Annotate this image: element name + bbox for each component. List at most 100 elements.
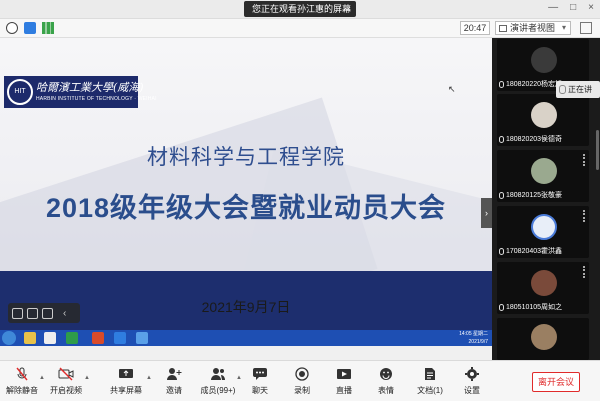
documents-button[interactable]: 文档(1) <box>408 367 452 396</box>
invite-label: 邀请 <box>166 386 182 395</box>
presentation-slide: HIT 哈爾濱工業大學(威海) HARBIN INSTITUTE OF TECH… <box>0 38 492 330</box>
university-seal: HIT <box>7 79 33 105</box>
share-notice[interactable]: 您正在观看孙江惠的屏幕 × <box>244 1 356 17</box>
view-mode-button[interactable]: 演讲者视图 ▾ <box>495 21 571 35</box>
document-icon <box>425 368 435 380</box>
meeting-title: 2018级年级大会暨就业动员大会 <box>45 193 447 223</box>
share-notice-text: 您正在观看孙江惠的屏幕 <box>252 4 352 14</box>
browser-icon <box>66 332 78 344</box>
live-button[interactable]: 直播 <box>322 367 366 396</box>
participant-tile[interactable]: 180820125张敬豪 <box>497 150 589 202</box>
leave-meeting-button[interactable]: 离开会议 <box>532 372 580 392</box>
share-screen-button[interactable]: 共享屏幕 <box>104 367 148 396</box>
speaking-label: 正在讲 <box>568 85 592 94</box>
video-label: 开启视频 <box>50 386 82 395</box>
app-icon <box>136 332 148 344</box>
window-controls: — □ × <box>548 2 594 13</box>
university-name-cn: 哈爾濱工業大學(威海) <box>36 81 144 94</box>
meeting-window: 您正在观看孙江惠的屏幕 × — □ × 20:47 演讲者视图 ▾ HIT 哈爾… <box>0 0 600 401</box>
record-icon <box>295 367 309 381</box>
mute-label: 解除静音 <box>6 386 38 395</box>
camera-off-icon <box>58 367 74 381</box>
folder-icon <box>24 332 36 344</box>
more-options-icon[interactable] <box>583 154 586 166</box>
participant-name: 180820125张敬豪 <box>499 190 562 200</box>
university-name-en: HARBIN INSTITUTE OF TECHNOLOGY · WEIHAI <box>36 96 157 102</box>
avatar <box>531 324 557 350</box>
avatar <box>531 214 557 240</box>
mic-icon <box>499 135 504 143</box>
mouse-cursor-icon: ↖ <box>448 84 456 94</box>
participant-name: 180510105周如之 <box>499 302 562 312</box>
meeting-toolbar: 解除静音 ▲ 开启视频 ▲ 共享屏幕 ▲ 邀请 成员(99+) ▲ 聊天 录制 <box>0 360 600 401</box>
clock-date: 2021/9/7 <box>468 339 488 345</box>
participant-tile[interactable] <box>497 318 589 360</box>
grid-icon[interactable] <box>12 307 23 319</box>
minimize-icon[interactable]: — <box>548 2 558 13</box>
grid-icon <box>499 25 507 32</box>
mic-icon <box>559 85 566 94</box>
participant-name: 180820220杨宏旭 <box>499 79 562 89</box>
members-icon <box>211 368 225 380</box>
live-label: 直播 <box>336 386 352 395</box>
signal-icon <box>42 22 54 34</box>
close-icon[interactable]: × <box>346 1 351 17</box>
members-button[interactable]: 成员(99+) <box>196 367 240 396</box>
record-button[interactable]: 录制 <box>280 367 324 396</box>
reactions-label: 表情 <box>378 386 394 395</box>
meeting-app-icon <box>114 332 126 344</box>
chat-icon <box>253 368 267 380</box>
shield-icon[interactable] <box>24 22 36 34</box>
mic-icon <box>499 303 504 311</box>
slide-toolbar: ‹ <box>8 303 80 323</box>
share-screen-icon <box>119 369 133 378</box>
fullscreen-icon[interactable] <box>580 22 592 34</box>
comment-icon[interactable] <box>42 307 53 319</box>
clock-time: 14:05 星期二 <box>459 331 488 337</box>
shared-screen: HIT 哈爾濱工業大學(威海) HARBIN INSTITUTE OF TECH… <box>0 38 492 360</box>
windows-taskbar: 14:05 星期二 2021/9/7 <box>0 330 492 346</box>
maximize-icon[interactable]: □ <box>570 2 576 13</box>
annotate-icon[interactable] <box>27 307 38 319</box>
chevron-left-icon[interactable]: ‹ <box>63 308 74 319</box>
chat-label: 聊天 <box>252 386 268 395</box>
more-options-icon[interactable] <box>583 210 586 222</box>
video-button[interactable]: 开启视频 <box>44 367 88 396</box>
view-mode-label: 演讲者视图 <box>510 23 556 33</box>
college-title: 材料科学与工程学院 <box>147 146 345 169</box>
university-logo: HIT 哈爾濱工業大學(威海) HARBIN INSTITUTE OF TECH… <box>4 76 156 108</box>
participant-tile[interactable]: 180510105周如之 <box>497 262 589 314</box>
chevron-up-icon[interactable]: ▲ <box>84 375 90 381</box>
participant-name: 180820203侯德奇 <box>499 134 562 144</box>
participant-tile[interactable]: 170820403霍洪鑫 <box>497 206 589 258</box>
participant-scrollbar[interactable] <box>596 130 599 170</box>
start-button-icon <box>2 331 16 345</box>
emoji-icon <box>380 368 392 380</box>
share-footer <box>0 346 492 360</box>
mic-icon <box>499 80 504 88</box>
invite-button[interactable]: 邀请 <box>152 367 196 396</box>
record-label: 录制 <box>294 386 310 395</box>
system-clock: 14:05 星期二 2021/9/7 <box>459 330 488 346</box>
status-bar: 20:47 演讲者视图 ▾ <box>0 19 600 38</box>
participant-tile[interactable]: 180820203侯德奇 <box>497 94 589 146</box>
avatar <box>531 158 557 184</box>
avatar <box>531 47 557 73</box>
live-stream-icon <box>337 369 351 379</box>
mic-icon <box>499 191 504 199</box>
more-options-icon[interactable] <box>583 266 586 278</box>
window-close-icon[interactable]: × <box>588 2 594 13</box>
mute-button[interactable]: 解除静音 <box>0 367 44 396</box>
settings-button[interactable]: 设置 <box>450 367 494 396</box>
info-icon[interactable] <box>6 22 18 34</box>
chat-button[interactable]: 聊天 <box>238 367 282 396</box>
app-icon <box>44 332 56 344</box>
reactions-button[interactable]: 表情 <box>364 367 408 396</box>
participant-name: 170820403霍洪鑫 <box>499 246 562 256</box>
collapse-panel-icon[interactable]: › <box>481 198 492 228</box>
powerpoint-icon <box>92 332 104 344</box>
share-screen-label: 共享屏幕 <box>110 386 142 395</box>
members-label: 成员(99+) <box>200 386 236 395</box>
mic-muted-icon <box>16 367 28 381</box>
chevron-down-icon: ▾ <box>561 23 566 32</box>
